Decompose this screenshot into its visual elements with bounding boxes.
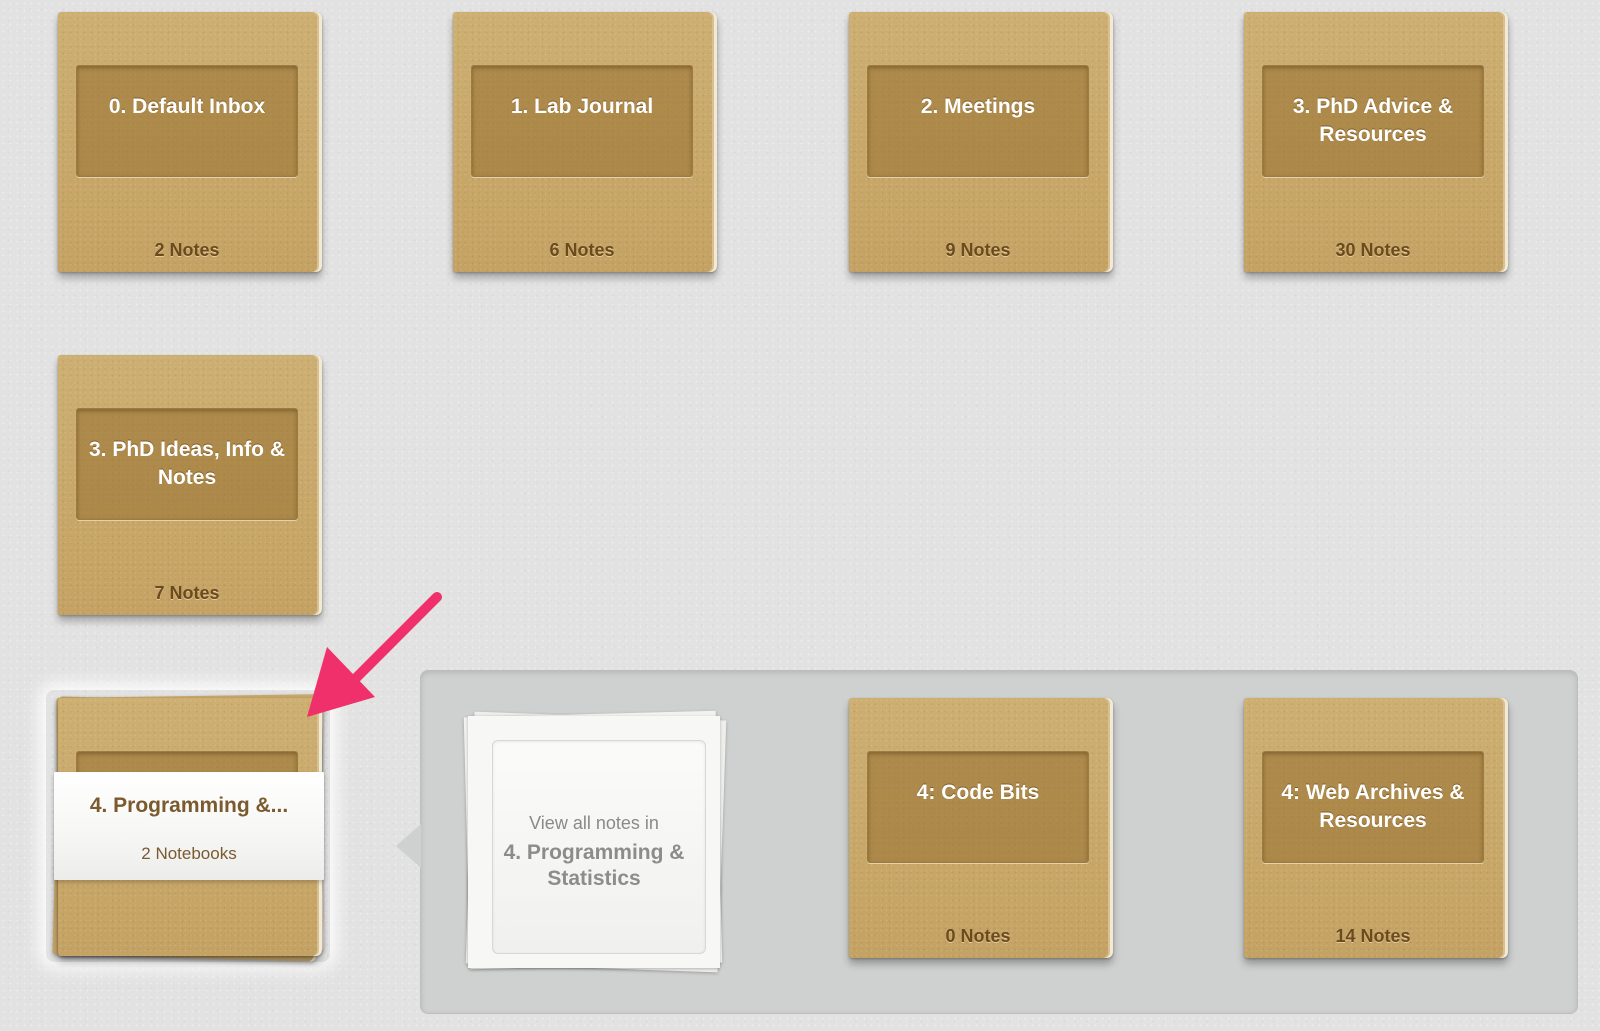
stack-notebook-count: 2 Notebooks (141, 844, 237, 863)
stack-label-band: 4. Programming &... 2 Notebooks (54, 772, 324, 880)
notebook-note-count: 6 Notes (549, 240, 615, 260)
annotation-arrow-icon (307, 592, 442, 717)
notebook-title: 2. Meetings (920, 95, 1036, 118)
panel-pointer (396, 824, 421, 868)
notebook-note-count: 7 Notes (154, 583, 220, 603)
notebook-phd-ideas[interactable]: 3. PhD Ideas, Info & Notes 7 Notes (58, 355, 322, 615)
notebook-title: 4: Code Bits (916, 781, 1040, 804)
notebook-note-count: 0 Notes (945, 926, 1011, 946)
notebook-label-box (471, 65, 693, 177)
notebook-note-count: 14 Notes (1335, 926, 1411, 946)
notebook-note-count: 2 Notes (154, 240, 220, 260)
view-all-notes-card[interactable]: View all notes in 4. Programming & Stati… (463, 710, 727, 974)
notebook-title: 3. PhD Advice & Resources (1292, 95, 1454, 146)
notebook-default-inbox[interactable]: 0. Default Inbox 2 Notes (58, 12, 322, 272)
notebook-label-box (867, 65, 1089, 177)
view-all-stack-name: 4. Programming & Statistics (503, 841, 685, 890)
notebook-phd-advice[interactable]: 3. PhD Advice & Resources 30 Notes (1244, 12, 1508, 272)
view-all-label: View all notes in (529, 813, 659, 833)
notebook-meetings[interactable]: 2. Meetings 9 Notes (849, 12, 1113, 272)
notebook-note-count: 9 Notes (945, 240, 1011, 260)
notebook-label-box (76, 65, 298, 177)
notebook-web-archives[interactable]: 4: Web Archives & Resources 14 Notes (1244, 698, 1508, 958)
notebook-title: 3. PhD Ideas, Info & Notes (88, 438, 286, 489)
notebook-label-box (867, 751, 1089, 863)
notebook-note-count: 30 Notes (1335, 240, 1411, 260)
notebook-lab-journal[interactable]: 1. Lab Journal 6 Notes (453, 12, 717, 272)
notebook-title: 4: Web Archives & Resources (1281, 781, 1465, 832)
notebook-stack-programming[interactable]: 4. Programming &... 2 Notebooks (50, 694, 328, 964)
notebook-title: 0. Default Inbox (108, 95, 266, 118)
stack-title: 4. Programming &... (89, 794, 289, 817)
notebook-title: 1. Lab Journal (510, 95, 654, 118)
notebook-code-bits[interactable]: 4: Code Bits 0 Notes (849, 698, 1113, 958)
